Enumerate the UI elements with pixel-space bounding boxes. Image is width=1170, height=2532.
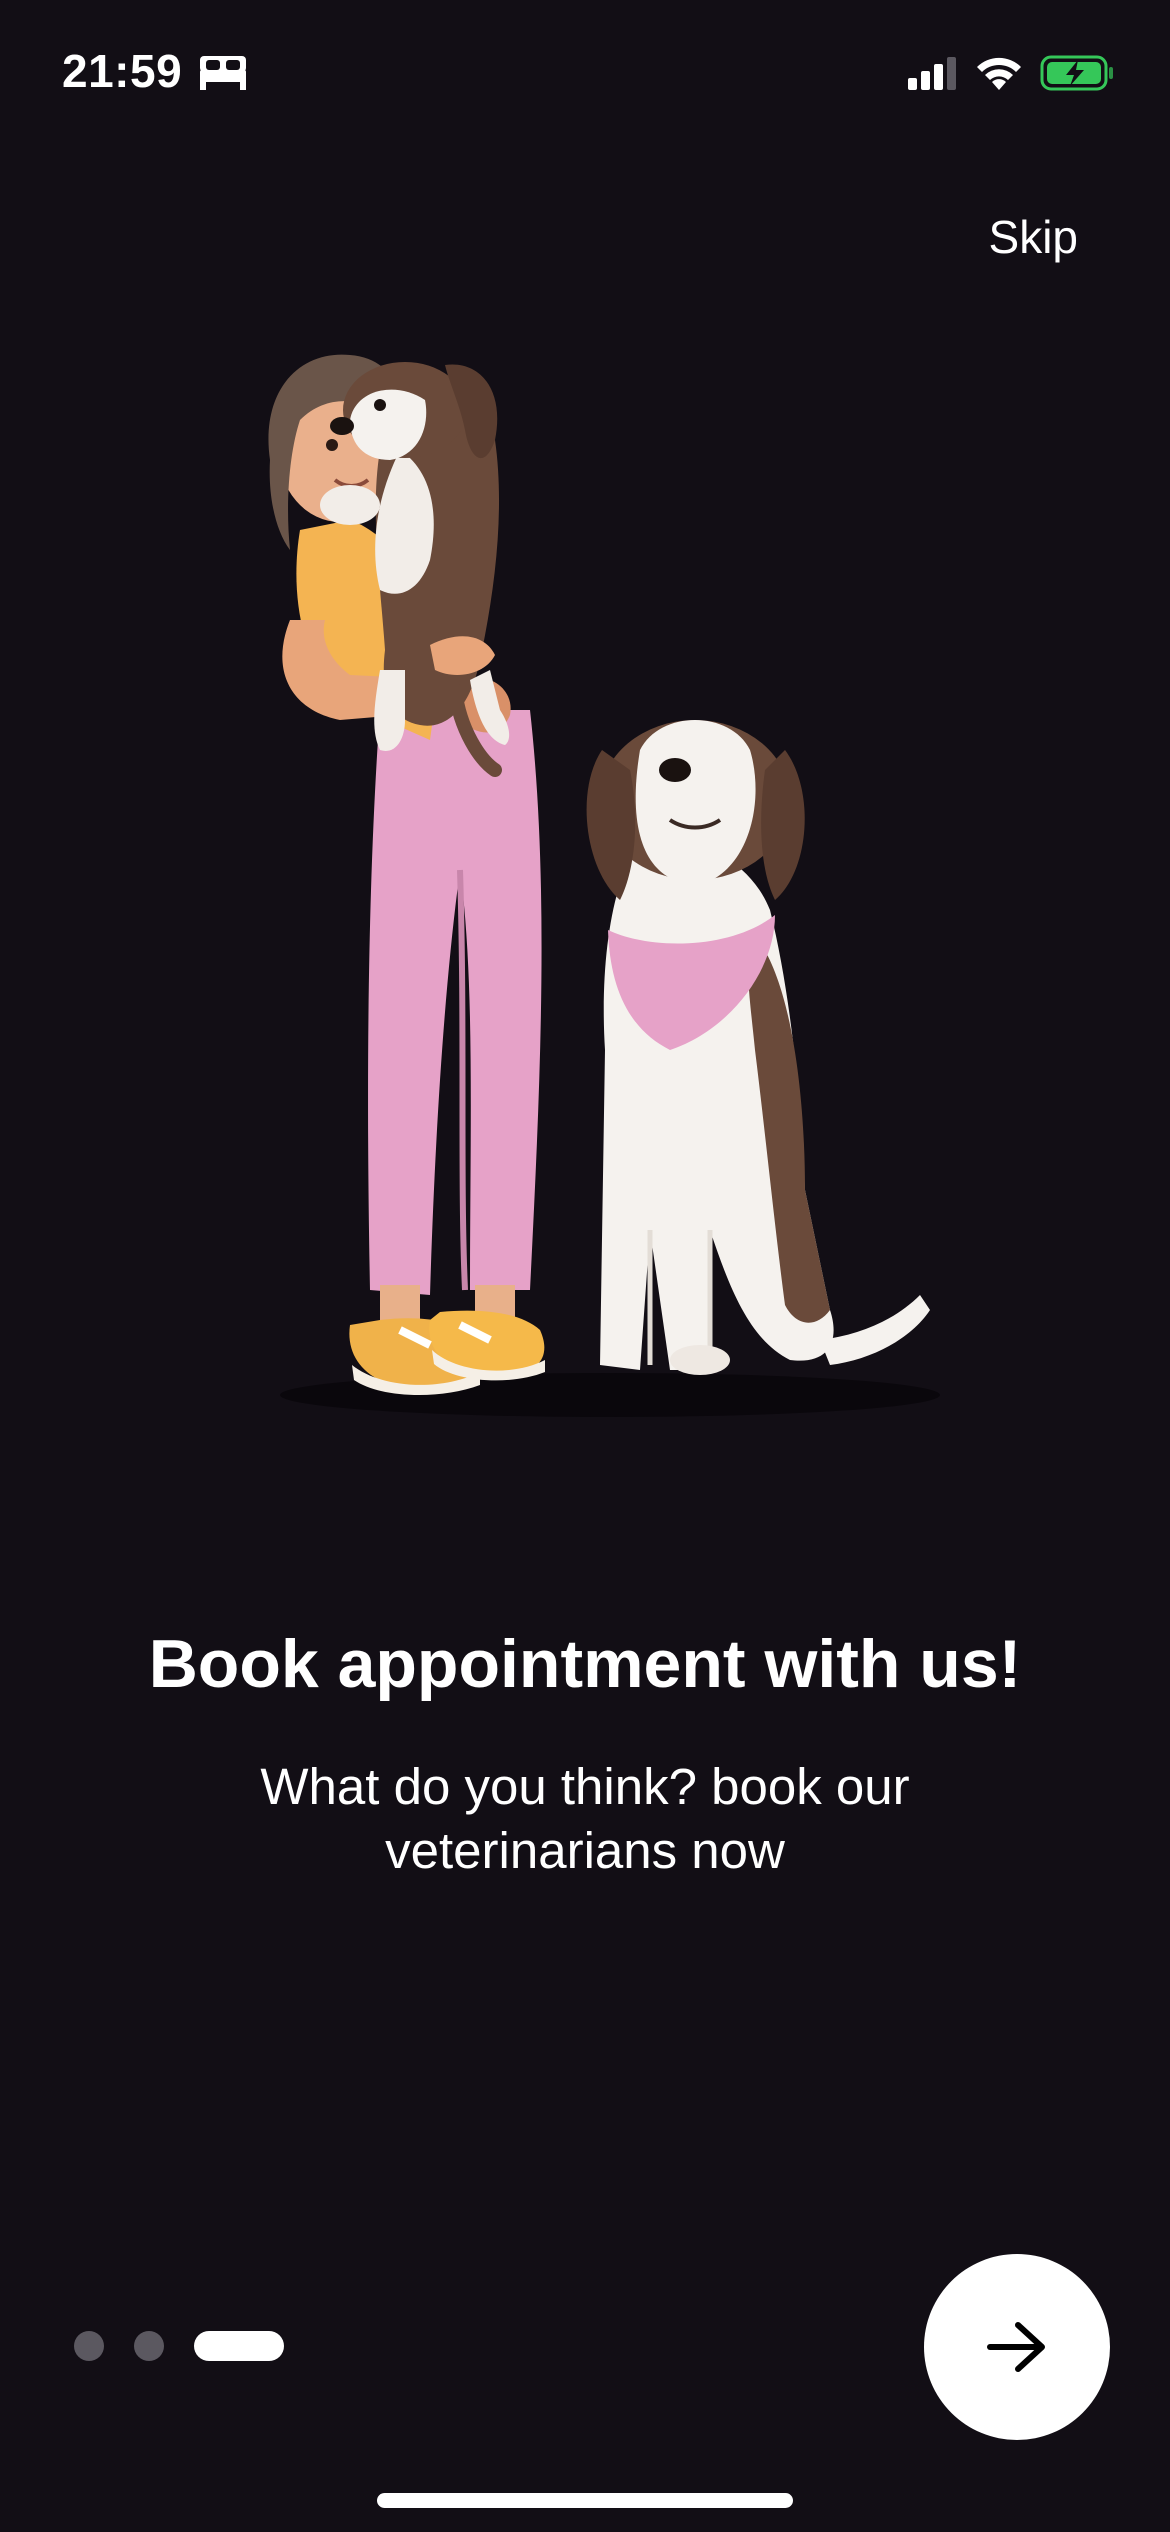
cellular-signal-icon — [908, 57, 956, 90]
arrow-right-icon — [987, 2322, 1045, 2372]
battery-charging-icon — [1040, 55, 1113, 91]
page-dot-2[interactable] — [134, 2331, 164, 2361]
page-dot-1[interactable] — [74, 2331, 104, 2361]
next-button[interactable] — [924, 2254, 1110, 2440]
home-indicator[interactable] — [377, 2493, 793, 2508]
onboarding-title: Book appointment with us! — [148, 1626, 1022, 1702]
onboarding-subtitle: What do you think? book our veterinarian… — [260, 1758, 910, 1879]
woman-with-dogs-illustration — [268, 354, 940, 1417]
skip-button[interactable]: Skip — [989, 210, 1078, 264]
page-dot-3-active[interactable] — [194, 2331, 284, 2361]
page-indicator — [74, 2330, 284, 2362]
status-bar: 21:59 — [0, 0, 1170, 150]
status-time: 21:59 — [62, 45, 183, 97]
bed-icon — [200, 56, 246, 90]
wifi-icon — [977, 57, 1021, 90]
